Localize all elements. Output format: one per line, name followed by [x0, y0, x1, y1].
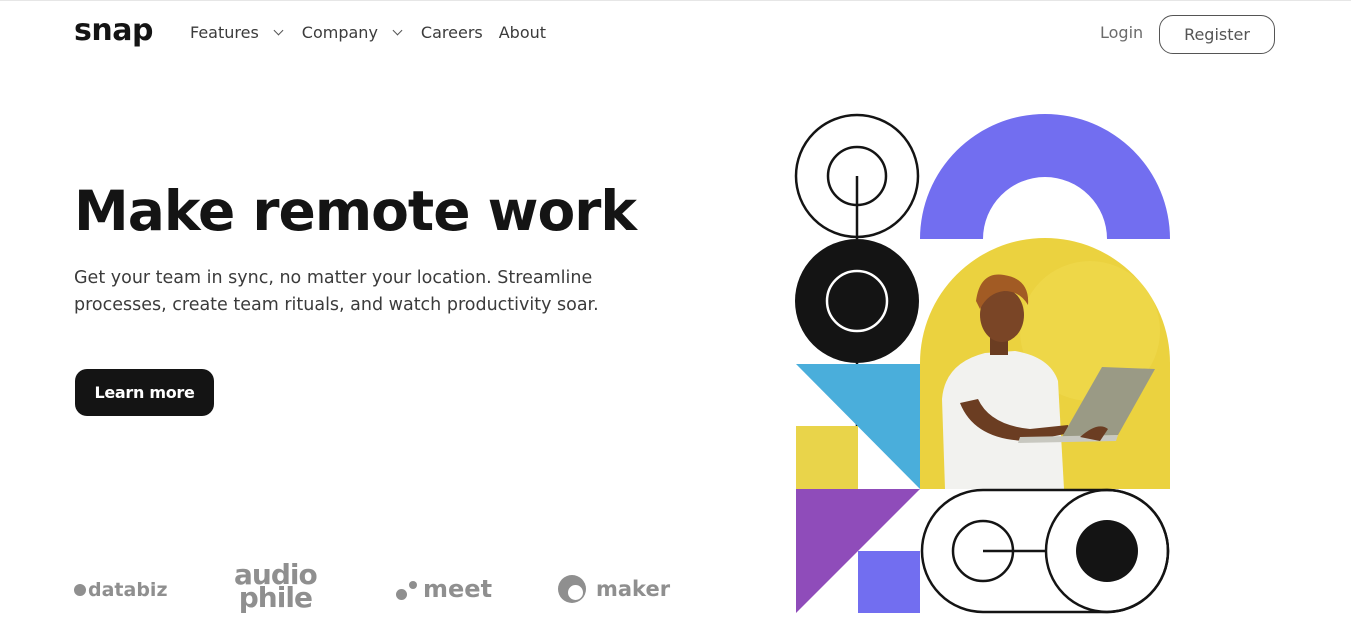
chevron-down-icon	[392, 25, 403, 36]
page: snap Features Company Careers About Logi…	[0, 0, 1351, 618]
dark-circle	[795, 239, 919, 363]
meet-dot-small-icon	[409, 581, 417, 589]
nav-about-label: About	[498, 23, 547, 42]
hero-illustration	[794, 113, 1170, 614]
nav-features[interactable]: Features	[190, 23, 302, 42]
maker-ring-icon	[558, 575, 586, 603]
hero-title: Make remote work	[74, 179, 637, 243]
maker-logo: maker	[558, 575, 670, 603]
hero-description: Get your team in sync, no matter your lo…	[74, 268, 599, 315]
maker-text: maker	[596, 577, 671, 601]
nav-company-label: Company	[301, 23, 378, 42]
purple-square-shape	[858, 551, 920, 613]
person-with-laptop-image	[920, 238, 1170, 489]
nav-careers-label: Careers	[420, 23, 483, 42]
audiophile-text-line2: phile	[238, 581, 313, 614]
register-button[interactable]: Register	[1159, 15, 1275, 54]
nav-features-label: Features	[190, 23, 259, 42]
audiophile-logo: audio phile	[234, 561, 318, 614]
meet-logo: meet	[396, 575, 492, 603]
meet-dot-icon	[396, 588, 407, 600]
databiz-text: databiz	[88, 579, 168, 601]
nav-careers[interactable]: Careers	[421, 23, 483, 42]
logo[interactable]: snap	[74, 13, 153, 48]
main-nav: Features Company Careers About	[190, 23, 546, 42]
meet-text: meet	[423, 575, 493, 603]
login-link[interactable]: Login	[1100, 23, 1143, 42]
pill-toggle-shape	[920, 488, 1170, 614]
databiz-dot-icon	[74, 584, 86, 596]
learn-more-button[interactable]: Learn more	[75, 369, 214, 416]
nav-about[interactable]: About	[499, 23, 546, 42]
nav-company[interactable]: Company	[302, 23, 421, 42]
databiz-logo: databiz	[74, 579, 168, 601]
chevron-down-icon	[273, 25, 284, 36]
purple-arch-shape	[920, 114, 1170, 239]
yellow-square-shape	[796, 426, 858, 489]
outlined-circle-top	[794, 113, 920, 239]
